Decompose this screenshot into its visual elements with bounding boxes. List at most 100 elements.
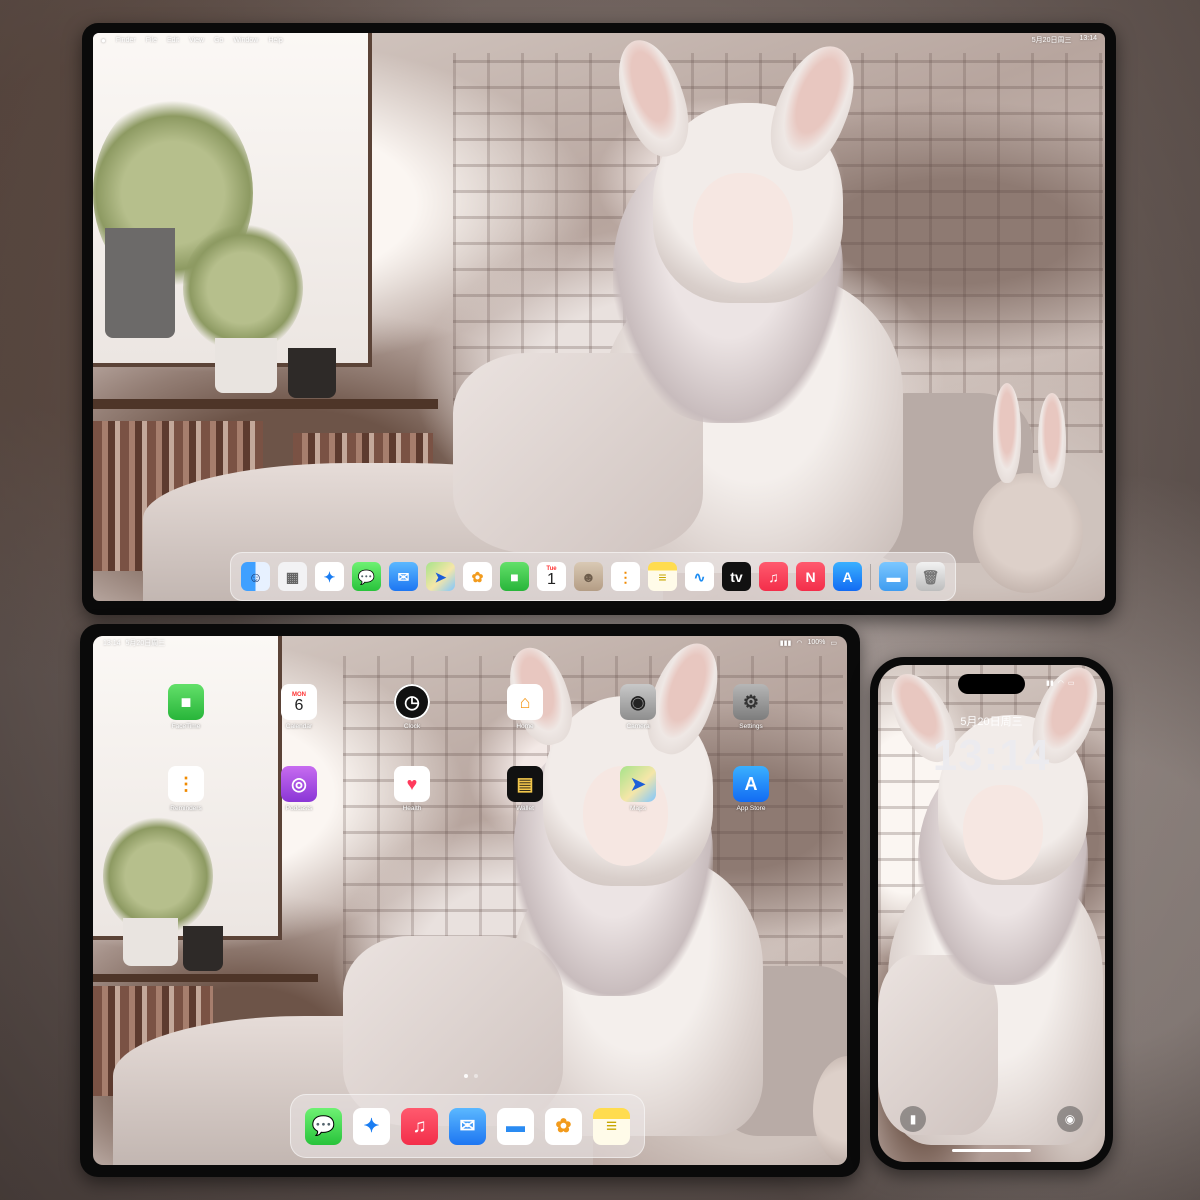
- ipad-dock: 💬 ✦ ♫ ✉ ▬ ✿ ≡: [290, 1094, 645, 1158]
- facetime-app-icon[interactable]: ■: [500, 562, 529, 591]
- iphone-lock-screen: ▮▮ ◠ ▭ 5月20日周三 13:14 ▮ ◉: [878, 665, 1105, 1162]
- apple-logo-icon[interactable]: ●: [101, 36, 106, 45]
- safari-app-icon[interactable]: ✦: [315, 562, 344, 591]
- health-glyph: ♥: [406, 774, 418, 794]
- app-store-app-icon[interactable]: A: [833, 562, 862, 591]
- news-glyph: N: [805, 568, 816, 585]
- files-app-icon[interactable]: ▬: [497, 1107, 534, 1145]
- calendar-app-icon[interactable]: Tue 1: [537, 562, 566, 591]
- maps-glyph: ➤: [630, 774, 646, 794]
- finder-app-icon[interactable]: ☺: [241, 562, 270, 591]
- settings-home-item[interactable]: ⚙ Settings: [731, 684, 771, 730]
- menu-finder[interactable]: Finder: [116, 37, 136, 44]
- facetime-home-item[interactable]: ■ FaceTime: [166, 684, 206, 730]
- podcasts-app-icon[interactable]: ◎: [281, 766, 317, 802]
- wallet-home-item[interactable]: ▤ Wallet: [505, 766, 545, 812]
- photos-app-icon[interactable]: ✿: [463, 562, 492, 591]
- menu-help[interactable]: Help: [268, 37, 282, 44]
- home-indicator[interactable]: [952, 1149, 1031, 1152]
- mail-glyph: ✉: [397, 568, 410, 585]
- calendar-app-icon[interactable]: MON 6: [281, 684, 317, 720]
- mac-desktop: ● Finder File Edit View Go Window Help 5…: [93, 33, 1105, 601]
- mail-app-icon[interactable]: ✉: [389, 562, 418, 591]
- launchpad-app-icon[interactable]: ▦: [278, 562, 307, 591]
- reminders-app-icon[interactable]: ⋮: [168, 766, 204, 802]
- page-indicator[interactable]: [464, 1074, 478, 1078]
- menu-edit[interactable]: Edit: [167, 37, 179, 44]
- reminders-home-item[interactable]: ⋮ Reminders: [166, 766, 206, 812]
- maps-app-icon[interactable]: ➤: [620, 766, 656, 802]
- clock-home-item[interactable]: ◷ Clock: [392, 684, 432, 730]
- home-home-item[interactable]: ⌂ Home: [505, 684, 545, 730]
- wallet-glyph: ▤: [516, 774, 534, 794]
- music-app-icon[interactable]: ♫: [759, 562, 788, 591]
- messages-app-icon[interactable]: 💬: [305, 1107, 342, 1145]
- clock-app-icon[interactable]: ◷: [394, 684, 430, 720]
- reminders-label: Reminders: [170, 805, 202, 812]
- menu-file[interactable]: File: [146, 37, 157, 44]
- launchpad-glyph: ▦: [285, 568, 300, 585]
- menu-window[interactable]: Window: [233, 37, 258, 44]
- reminders-app-icon[interactable]: ⋮: [611, 562, 640, 591]
- camera-label: Camera: [626, 723, 650, 730]
- facetime-app-icon[interactable]: ■: [168, 684, 204, 720]
- safari-glyph: ✦: [363, 1115, 380, 1137]
- calendar-date-number: 6: [294, 696, 304, 714]
- calendar-date-number: 1: [547, 571, 556, 588]
- music-app-icon[interactable]: ♫: [401, 1107, 438, 1145]
- podcasts-home-item[interactable]: ◎ Podcasts: [279, 766, 319, 812]
- mac-menu-bar: ● Finder File Edit View Go Window Help 5…: [93, 33, 1105, 47]
- health-app-icon[interactable]: ♥: [394, 766, 430, 802]
- wallpaper-girl-face: [963, 785, 1043, 880]
- tv-app-icon[interactable]: tv: [722, 562, 751, 591]
- freeform-app-icon[interactable]: ∿: [685, 562, 714, 591]
- ipad-frame: 13:14 5月20日周三 ▮▮▮ ◠ 100% ▭ ■ FaceTime MON 6…: [80, 624, 860, 1177]
- maps-home-item[interactable]: ➤ Maps: [618, 766, 658, 812]
- wallpaper-girl-face: [693, 173, 793, 283]
- home-app-icon[interactable]: ⌂: [507, 684, 543, 720]
- wallpaper-shelf: [93, 974, 318, 982]
- downloads-app-icon[interactable]: ▬: [879, 562, 908, 591]
- app-store-label: App Store: [736, 805, 766, 812]
- contacts-app-icon[interactable]: ☻: [574, 562, 603, 591]
- photos-app-icon[interactable]: ✿: [545, 1107, 582, 1145]
- safari-app-icon[interactable]: ✦: [353, 1107, 390, 1145]
- menu-clock[interactable]: 13:14: [1079, 35, 1097, 45]
- wallpaper-pot: [105, 228, 175, 338]
- app-store-app-icon[interactable]: A: [733, 766, 769, 802]
- news-app-icon[interactable]: N: [796, 562, 825, 591]
- app-store-home-item[interactable]: A App Store: [731, 766, 771, 812]
- menu-view[interactable]: View: [189, 37, 204, 44]
- notes-app-icon[interactable]: ≡: [593, 1107, 630, 1145]
- maps-app-icon[interactable]: ➤: [426, 562, 455, 591]
- clock-glyph: ◷: [404, 692, 420, 712]
- flashlight-icon[interactable]: ▮: [900, 1106, 926, 1132]
- podcasts-glyph: ◎: [291, 774, 307, 794]
- clock-label: Clock: [403, 723, 421, 730]
- settings-glyph: ⚙: [742, 692, 760, 712]
- messages-glyph: 💬: [311, 1115, 336, 1137]
- health-home-item[interactable]: ♥ Health: [392, 766, 432, 812]
- camera-icon[interactable]: ◉: [1057, 1106, 1083, 1132]
- notes-app-icon[interactable]: ≡: [648, 562, 677, 591]
- health-label: Health: [402, 805, 422, 812]
- settings-app-icon[interactable]: ⚙: [733, 684, 769, 720]
- trash-app-icon[interactable]: 🗑: [916, 562, 945, 591]
- calendar-home-item[interactable]: MON 6 Calendar: [279, 684, 319, 730]
- wallet-app-icon[interactable]: ▤: [507, 766, 543, 802]
- menu-date[interactable]: 5月20日周三: [1032, 35, 1072, 45]
- ipad-home-screen: 13:14 5月20日周三 ▮▮▮ ◠ 100% ▭ ■ FaceTime MON 6…: [93, 636, 847, 1165]
- lock-date: 5月20日周三: [960, 716, 1023, 728]
- mac-display-frame: ● Finder File Edit View Go Window Help 5…: [82, 23, 1116, 615]
- camera-app-icon[interactable]: ◉: [620, 684, 656, 720]
- trash-glyph: 🗑: [921, 568, 940, 585]
- maps-label: Maps: [630, 805, 646, 812]
- wallpaper-plush-ear: [1038, 393, 1066, 488]
- mail-glyph: ✉: [459, 1115, 476, 1137]
- camera-home-item[interactable]: ◉ Camera: [618, 684, 658, 730]
- menu-go[interactable]: Go: [214, 37, 223, 44]
- camera-glyph: ◉: [630, 692, 646, 712]
- mail-app-icon[interactable]: ✉: [449, 1107, 486, 1145]
- messages-app-icon[interactable]: 💬: [352, 562, 381, 591]
- music-glyph: ♫: [768, 568, 779, 585]
